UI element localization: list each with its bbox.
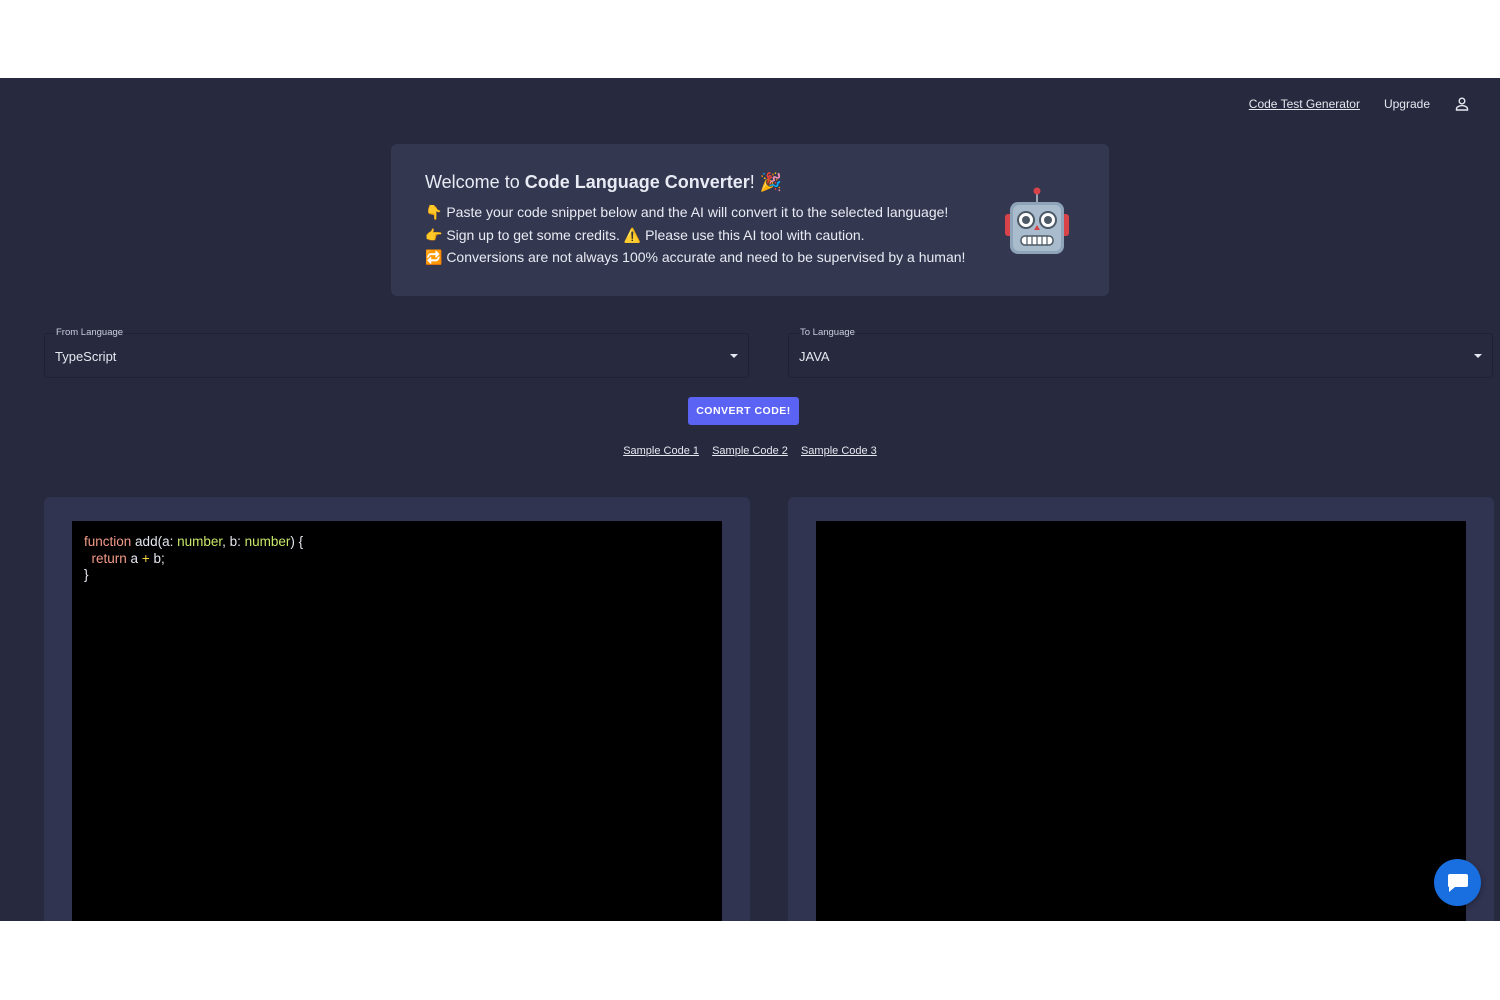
sample-code-3-link[interactable]: Sample Code 3 — [801, 445, 877, 457]
nav-link-code-test-generator[interactable]: Code Test Generator — [1249, 97, 1360, 111]
from-language-label: From Language — [55, 327, 125, 338]
code-line-3: } — [84, 567, 89, 582]
chat-bubble-icon[interactable] — [1434, 859, 1481, 906]
to-language-value: JAVA — [799, 349, 830, 364]
input-code-editor[interactable]: function add(a: number, b: number) { ret… — [72, 521, 722, 921]
sample-code-links: Sample Code 1 Sample Code 2 Sample Code … — [0, 445, 1500, 457]
code-line-1: function add(a: number, b: number) { — [84, 534, 304, 549]
from-language-select[interactable]: From Language TypeScript — [44, 327, 749, 378]
output-code-panel — [788, 497, 1494, 921]
nav-link-upgrade[interactable]: Upgrade — [1384, 97, 1430, 111]
sample-code-2-link[interactable]: Sample Code 2 — [712, 445, 788, 457]
banner-line-1: 👇 Paste your code snippet below and the … — [425, 204, 949, 220]
app-window: Code Test Generator Upgrade Welcome to C… — [0, 78, 1500, 921]
top-nav: Code Test Generator Upgrade — [1249, 96, 1470, 112]
chevron-down-icon — [730, 354, 738, 358]
sample-code-1-link[interactable]: Sample Code 1 — [623, 445, 699, 457]
banner-title: Welcome to Code Language Converter! 🎉 — [425, 172, 783, 192]
robot-icon — [1001, 186, 1073, 258]
to-language-label: To Language — [799, 327, 856, 338]
to-language-select[interactable]: To Language JAVA — [788, 327, 1493, 378]
welcome-banner: Welcome to Code Language Converter! 🎉 👇 … — [391, 144, 1109, 296]
banner-line-2: 👉 Sign up to get some credits. ⚠️ Please… — [425, 226, 865, 243]
convert-code-button[interactable]: CONVERT CODE! — [688, 397, 799, 425]
chevron-down-icon — [1474, 354, 1482, 358]
banner-line-3: 🔁 Conversions are not always 100% accura… — [425, 249, 966, 265]
user-icon[interactable] — [1454, 96, 1470, 112]
code-line-2: return a + b; — [91, 550, 165, 566]
output-code-editor[interactable] — [816, 521, 1466, 921]
from-language-value: TypeScript — [55, 349, 117, 364]
input-code-panel: function add(a: number, b: number) { ret… — [44, 497, 750, 921]
